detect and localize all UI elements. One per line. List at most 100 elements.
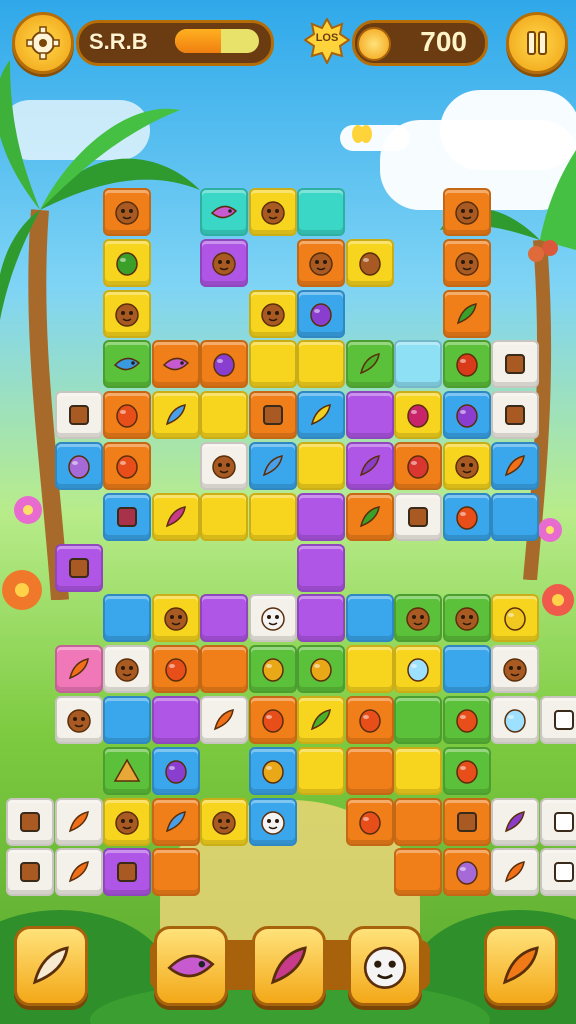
tile[interactable] — [394, 746, 442, 795]
tile[interactable] — [345, 594, 394, 643]
tile[interactable] — [491, 696, 539, 744]
tile[interactable] — [442, 238, 491, 287]
tile[interactable] — [151, 492, 200, 541]
tile[interactable] — [394, 645, 442, 694]
tile[interactable] — [248, 746, 297, 795]
tile[interactable] — [394, 442, 442, 490]
tile[interactable] — [491, 391, 539, 440]
tile[interactable] — [103, 696, 151, 744]
tile[interactable] — [345, 696, 394, 744]
tile[interactable] — [54, 696, 103, 744]
tile[interactable] — [345, 391, 394, 440]
tile[interactable] — [442, 391, 491, 440]
tile[interactable] — [103, 442, 151, 490]
tray-slot[interactable] — [348, 926, 422, 1006]
tile[interactable] — [200, 340, 248, 389]
tile[interactable] — [54, 391, 103, 440]
tile[interactable] — [200, 645, 248, 694]
tile[interactable] — [54, 848, 103, 897]
tray-slot[interactable] — [252, 926, 326, 1006]
tile[interactable] — [539, 696, 576, 744]
tile[interactable] — [103, 188, 151, 236]
tray-slot[interactable] — [484, 926, 558, 1006]
tray-slot[interactable] — [154, 926, 228, 1006]
tile[interactable] — [103, 746, 151, 795]
tile[interactable] — [394, 391, 442, 440]
tile[interactable] — [345, 645, 394, 694]
tile[interactable] — [442, 746, 491, 795]
tile[interactable] — [394, 594, 442, 643]
tile[interactable] — [248, 797, 297, 846]
tile[interactable] — [491, 797, 539, 846]
tile[interactable] — [200, 442, 248, 490]
tile[interactable] — [491, 340, 539, 389]
tile[interactable] — [200, 238, 248, 287]
tile[interactable] — [151, 746, 200, 795]
tile[interactable] — [200, 391, 248, 440]
tile[interactable] — [394, 340, 442, 389]
tile[interactable] — [442, 696, 491, 744]
tile[interactable] — [491, 645, 539, 694]
tile[interactable] — [297, 391, 345, 440]
tile[interactable] — [442, 340, 491, 389]
tile[interactable] — [248, 289, 297, 338]
tile[interactable] — [54, 442, 103, 490]
tile[interactable] — [442, 848, 491, 897]
tile[interactable] — [491, 442, 539, 490]
tile[interactable] — [103, 238, 151, 287]
tile[interactable] — [442, 442, 491, 490]
tile[interactable] — [151, 797, 200, 846]
tile[interactable] — [297, 746, 345, 795]
tray-slot[interactable] — [14, 926, 88, 1006]
tile[interactable] — [345, 442, 394, 490]
tile[interactable] — [345, 238, 394, 287]
tile[interactable] — [54, 645, 103, 694]
tile[interactable] — [442, 645, 491, 694]
tile[interactable] — [297, 340, 345, 389]
tile[interactable] — [248, 645, 297, 694]
tile[interactable] — [345, 340, 394, 389]
tile[interactable] — [151, 696, 200, 744]
tile[interactable] — [442, 289, 491, 338]
tile[interactable] — [248, 442, 297, 490]
tile[interactable] — [297, 289, 345, 338]
tile[interactable] — [248, 340, 297, 389]
tile[interactable] — [491, 594, 539, 643]
tile[interactable] — [297, 188, 345, 236]
tile[interactable] — [297, 238, 345, 287]
tile[interactable] — [103, 594, 151, 643]
tile[interactable] — [297, 492, 345, 541]
tile[interactable] — [345, 746, 394, 795]
tile[interactable] — [103, 848, 151, 897]
tile[interactable] — [394, 696, 442, 744]
settings-button[interactable] — [12, 12, 74, 74]
pause-button[interactable] — [506, 12, 568, 74]
tile[interactable] — [248, 492, 297, 541]
tile[interactable] — [248, 188, 297, 236]
tile[interactable] — [103, 797, 151, 846]
tile[interactable] — [491, 492, 539, 541]
tile[interactable] — [539, 797, 576, 846]
tile[interactable] — [151, 848, 200, 897]
tile[interactable] — [345, 492, 394, 541]
tile[interactable] — [248, 696, 297, 744]
tile[interactable] — [297, 543, 345, 592]
tile[interactable] — [103, 645, 151, 694]
tile[interactable] — [394, 492, 442, 541]
tile[interactable] — [297, 696, 345, 744]
tile[interactable] — [200, 492, 248, 541]
tile[interactable] — [442, 188, 491, 236]
tile[interactable] — [200, 696, 248, 744]
tile[interactable] — [297, 442, 345, 490]
tile[interactable] — [54, 797, 103, 846]
tile[interactable] — [151, 340, 200, 389]
tile[interactable] — [103, 391, 151, 440]
tile[interactable] — [442, 492, 491, 541]
tile[interactable] — [151, 645, 200, 694]
tile[interactable] — [103, 289, 151, 338]
tile[interactable] — [297, 645, 345, 694]
tile[interactable] — [103, 492, 151, 541]
tile[interactable] — [394, 848, 442, 897]
tile[interactable] — [297, 594, 345, 643]
tile[interactable] — [6, 848, 54, 897]
